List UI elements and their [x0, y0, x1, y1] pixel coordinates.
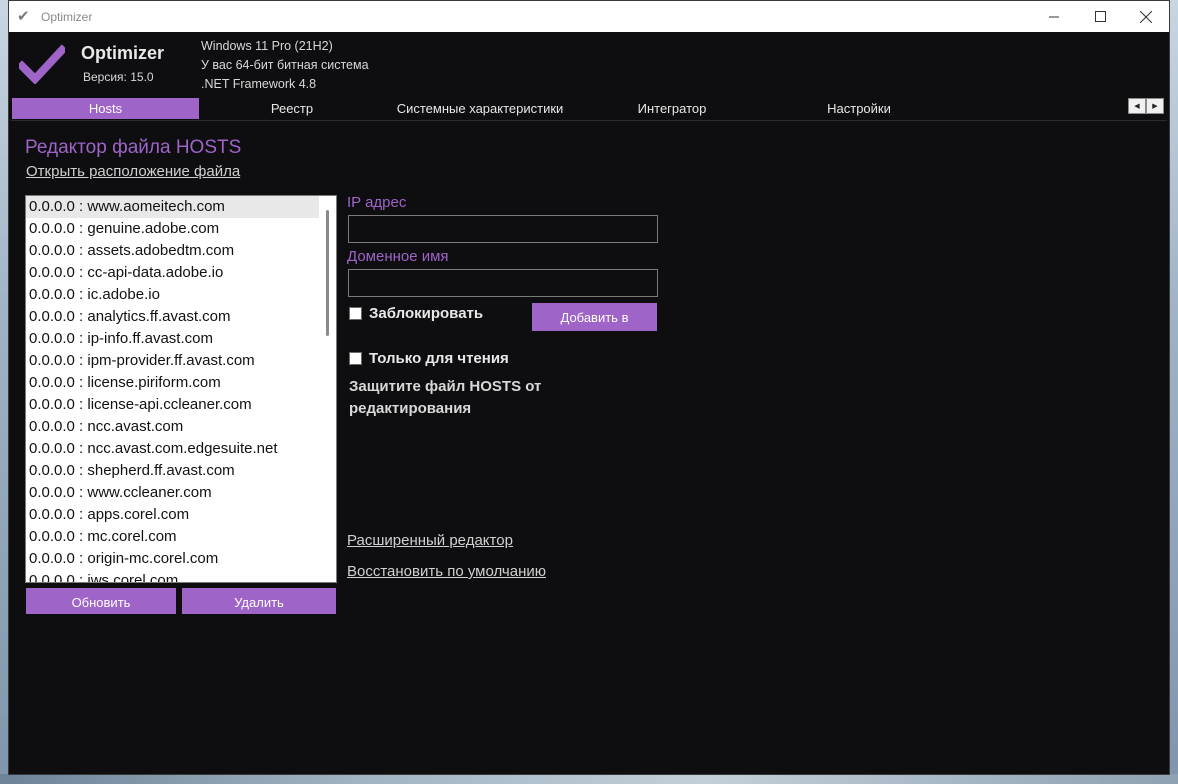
tab-settings[interactable]: Настройки [769, 98, 949, 119]
desktop-background-right [1169, 0, 1178, 784]
scrollbar-thumb[interactable] [326, 210, 329, 336]
hosts-list-item[interactable]: 0.0.0.0 : origin-mc.corel.com [26, 548, 336, 570]
block-checkbox-box[interactable] [349, 307, 362, 320]
restore-default-link[interactable]: Восстановить по умолчанию [347, 563, 546, 580]
app-version: Версия: 15.0 [83, 70, 154, 84]
hosts-list-item[interactable]: 0.0.0.0 : iws.corel.com [26, 570, 336, 582]
tab-scroll-right-button[interactable]: ▶ [1146, 98, 1164, 114]
maximize-button[interactable] [1077, 1, 1123, 32]
protect-hosts-description: Защитите файл HOSTS от редактирования [349, 378, 542, 417]
hosts-list-item[interactable]: 0.0.0.0 : genuine.adobe.com [26, 218, 336, 240]
app-header: Optimizer Версия: 15.0 Windows 11 Pro (2… [9, 32, 1169, 94]
hosts-list-item[interactable]: 0.0.0.0 : ncc.avast.com.edgesuite.net [26, 438, 336, 460]
tab-integrator[interactable]: Интегратор [575, 98, 769, 119]
advanced-editor-link[interactable]: Расширенный редактор [347, 532, 513, 549]
list-scrollbar[interactable] [319, 196, 336, 582]
add-entry-button[interactable]: Добавить в [532, 303, 657, 331]
readonly-checkbox-label: Только для чтения [369, 350, 509, 367]
arrow-left-icon: ◀ [1134, 103, 1140, 110]
tab-scroll-left-button[interactable]: ◀ [1128, 98, 1146, 114]
window-title: Optimizer [41, 9, 93, 24]
title-bar[interactable]: ✔ Optimizer [9, 1, 1169, 32]
maximize-icon [1094, 11, 1106, 22]
hosts-list-item[interactable]: 0.0.0.0 : cc-api-data.adobe.io [26, 262, 336, 284]
close-icon [1140, 10, 1152, 23]
ip-address-input[interactable] [348, 215, 658, 243]
block-checkbox-label: Заблокировать [369, 305, 484, 322]
desktop-background-bottom [0, 774, 1178, 784]
hosts-list-item[interactable]: 0.0.0.0 : ncc.avast.com [26, 416, 336, 438]
delete-button[interactable]: Удалить [182, 588, 336, 614]
tab-bar: Hosts Реестр Системные характеристики Ин… [9, 97, 1169, 120]
readonly-checkbox-box[interactable] [349, 352, 362, 365]
arch-info: У вас 64-бит битная система [201, 58, 369, 72]
arrow-right-icon: ▶ [1152, 103, 1158, 110]
checkmark-logo-icon [19, 44, 65, 84]
hosts-list-item[interactable]: 0.0.0.0 : www.aomeitech.com [26, 196, 336, 218]
hosts-list-item[interactable]: 0.0.0.0 : mc.corel.com [26, 526, 336, 548]
hosts-items-container: 0.0.0.0 : www.aomeitech.com 0.0.0.0 : gen… [26, 196, 336, 582]
tab-registry[interactable]: Реестр [199, 98, 385, 119]
domain-name-input[interactable] [348, 269, 658, 297]
hosts-list-item[interactable]: 0.0.0.0 : assets.adobedtm.com [26, 240, 336, 262]
hosts-list-item[interactable]: 0.0.0.0 : license-api.ccleaner.com [26, 394, 336, 416]
ip-address-label: IP адрес [347, 194, 407, 211]
hosts-list-item[interactable]: 0.0.0.0 : shepherd.ff.avast.com [26, 460, 336, 482]
checkmark-app-icon: ✔ [17, 7, 30, 25]
open-file-location-link[interactable]: Открыть расположение файла [26, 163, 240, 180]
tab-scroll-arrows: ◀ ▶ [1128, 98, 1164, 114]
refresh-button[interactable]: Обновить [26, 588, 176, 614]
optimizer-window: ✔ Optimizer Optimizer Версия: 15.0 Windo… [8, 0, 1170, 775]
block-checkbox[interactable]: Заблокировать [349, 305, 483, 322]
tab-system-specs[interactable]: Системные характеристики [385, 98, 575, 119]
hosts-list-item[interactable]: 0.0.0.0 : www.ccleaner.com [26, 482, 336, 504]
minimize-icon [1048, 16, 1059, 18]
hosts-entries-list[interactable]: 0.0.0.0 : www.aomeitech.com 0.0.0.0 : gen… [25, 195, 337, 583]
domain-name-label: Доменное имя [347, 248, 449, 265]
tab-hosts[interactable]: Hosts [12, 98, 199, 119]
framework-info: .NET Framework 4.8 [201, 77, 317, 91]
close-button[interactable] [1123, 1, 1169, 32]
system-info: Windows 11 Pro (21H2) У вас 64-бит битна… [201, 37, 369, 94]
hosts-list-item[interactable]: 0.0.0.0 : analytics.ff.avast.com [26, 306, 336, 328]
page-title: Редактор файла HOSTS [25, 137, 242, 158]
hosts-list-item[interactable]: 0.0.0.0 : license.piriform.com [26, 372, 336, 394]
hosts-list-item[interactable]: 0.0.0.0 : ipm-provider.ff.avast.com [26, 350, 336, 372]
minimize-button[interactable] [1031, 1, 1077, 32]
hosts-list-item[interactable]: 0.0.0.0 : ic.adobe.io [26, 284, 336, 306]
hosts-list-item[interactable]: 0.0.0.0 : apps.corel.com [26, 504, 336, 526]
hosts-list-item[interactable]: 0.0.0.0 : ip-info.ff.avast.com [26, 328, 336, 350]
app-name: Optimizer [81, 43, 165, 63]
readonly-checkbox[interactable]: Только для чтения [349, 350, 509, 367]
os-info: Windows 11 Pro (21H2) [201, 39, 333, 53]
